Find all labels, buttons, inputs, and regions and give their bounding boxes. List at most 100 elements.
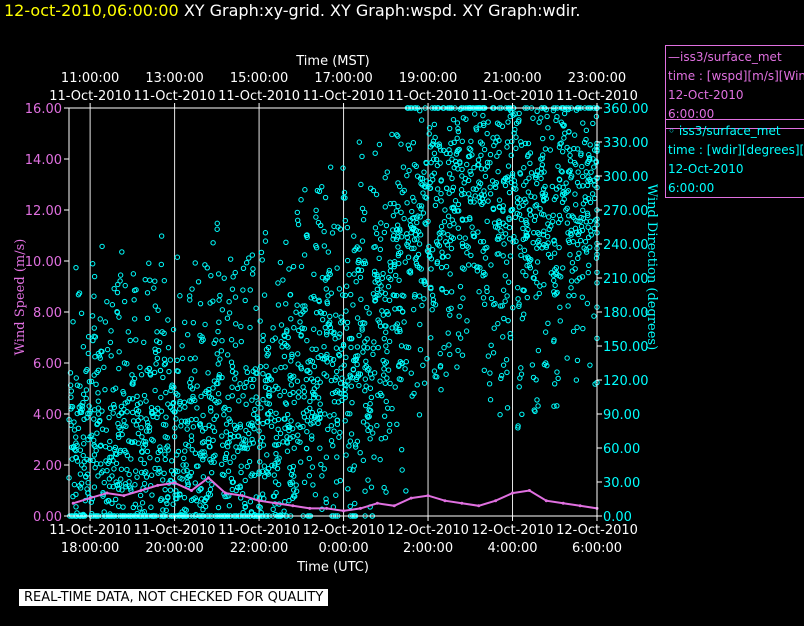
wind-direction-point	[258, 249, 265, 256]
wind-direction-point	[354, 361, 360, 368]
wind-direction-point	[518, 371, 525, 377]
wind-direction-point	[138, 372, 145, 378]
wind-speed-point	[392, 504, 396, 508]
wind-direction-point	[177, 293, 183, 299]
wind-direction-point	[101, 364, 107, 371]
wind-direction-point	[503, 259, 510, 265]
wind-direction-point	[404, 200, 410, 206]
wind-direction-point	[232, 321, 239, 327]
wind-direction-point	[410, 139, 417, 146]
wind-direction-point	[330, 356, 337, 363]
wind-direction-point	[398, 446, 405, 453]
wind-direction-point	[520, 269, 526, 275]
wind-direction-point	[534, 397, 540, 403]
wind-direction-point	[126, 479, 132, 485]
wind-direction-point	[259, 491, 266, 497]
wind-direction-point	[402, 259, 408, 265]
wind-direction-point	[559, 148, 566, 155]
wind-direction-point	[431, 150, 438, 157]
legend-wind-direction: ◦ iss3/surface_met time : [wdir][degrees…	[665, 119, 804, 198]
wind-direction-point	[430, 156, 437, 162]
y-left-tick-label: 2.00	[33, 459, 62, 474]
wind-direction-point	[523, 272, 529, 279]
wind-direction-point	[347, 438, 354, 444]
wind-direction-point	[228, 337, 235, 343]
wind-direction-point	[455, 225, 462, 231]
wind-direction-point	[327, 164, 334, 170]
wind-direction-point	[534, 259, 541, 265]
wind-direction-point	[137, 364, 143, 370]
wind-direction-point	[102, 443, 109, 450]
wind-direction-point	[226, 503, 233, 509]
wind-direction-point	[226, 310, 233, 316]
wind-direction-point	[385, 367, 392, 373]
wind-direction-point	[363, 358, 369, 364]
wind-direction-point	[243, 401, 249, 407]
wind-direction-point	[238, 469, 244, 476]
wind-direction-point	[566, 147, 573, 153]
wind-direction-point	[345, 378, 351, 384]
wind-direction-point	[459, 138, 465, 145]
wind-direction-point	[301, 479, 308, 486]
wind-direction-point	[575, 169, 581, 175]
wind-direction-point	[281, 508, 287, 514]
wind-direction-point	[139, 500, 146, 506]
wind-direction-point	[131, 297, 137, 303]
wind-direction-point	[231, 376, 238, 382]
wind-direction-point	[443, 371, 449, 377]
wind-direction-point	[322, 411, 328, 417]
wind-direction-point	[275, 302, 282, 308]
wind-direction-point	[519, 315, 526, 322]
wind-direction-point	[409, 208, 415, 215]
wind-direction-point	[283, 301, 289, 307]
wind-direction-point	[261, 292, 268, 298]
wind-direction-point	[290, 263, 297, 270]
wind-speed-point	[325, 506, 329, 510]
wind-direction-point	[225, 468, 232, 474]
wind-direction-point	[583, 169, 590, 175]
wind-direction-point	[343, 354, 349, 361]
wind-direction-point	[190, 424, 197, 430]
wind-direction-point	[496, 197, 503, 203]
wind-direction-point	[564, 220, 571, 226]
wind-direction-point	[80, 391, 87, 397]
wind-direction-point	[229, 393, 235, 399]
wind-direction-point	[454, 135, 460, 142]
wind-direction-point	[579, 294, 585, 300]
legend-series-name: iss3/surface_met	[678, 124, 781, 138]
wind-speed-point	[544, 499, 548, 503]
wind-direction-point	[410, 306, 417, 313]
x-bottom-tick-time: 18:00:00	[61, 541, 119, 556]
wind-direction-point	[582, 239, 589, 245]
wind-direction-point	[387, 268, 394, 274]
wind-direction-point	[443, 263, 450, 270]
y-right-axis-title: Wind Direction (degrees)	[644, 184, 659, 350]
wind-direction-point	[587, 142, 593, 148]
wind-direction-point	[381, 413, 388, 419]
wind-direction-point	[577, 237, 584, 244]
wind-direction-point	[446, 342, 452, 348]
x-bottom-tick-date: 11-Oct-2010	[218, 523, 300, 538]
wind-direction-point	[80, 452, 86, 459]
wind-direction-point	[362, 488, 368, 494]
wind-direction-point	[215, 504, 222, 511]
wind-direction-point	[428, 335, 434, 341]
x-bottom-tick-time: 0:00:00	[318, 541, 368, 556]
wind-direction-point	[346, 443, 352, 449]
wind-direction-point	[518, 365, 524, 371]
wind-direction-point	[455, 347, 461, 354]
wind-direction-point	[591, 313, 597, 319]
wind-direction-point	[338, 346, 345, 352]
x-bottom-tick-time: 22:00:00	[230, 541, 288, 556]
wind-direction-point	[244, 463, 250, 470]
wind-direction-point	[242, 297, 248, 304]
wind-direction-point	[459, 352, 466, 358]
wind-direction-point	[160, 374, 166, 381]
wind-direction-point	[124, 409, 130, 415]
wind-direction-point	[213, 413, 220, 419]
wind-direction-point	[138, 456, 144, 463]
wind-direction-point	[192, 260, 198, 266]
wind-direction-point	[328, 438, 335, 444]
wind-direction-point	[504, 139, 511, 145]
wind-direction-point	[487, 184, 493, 190]
